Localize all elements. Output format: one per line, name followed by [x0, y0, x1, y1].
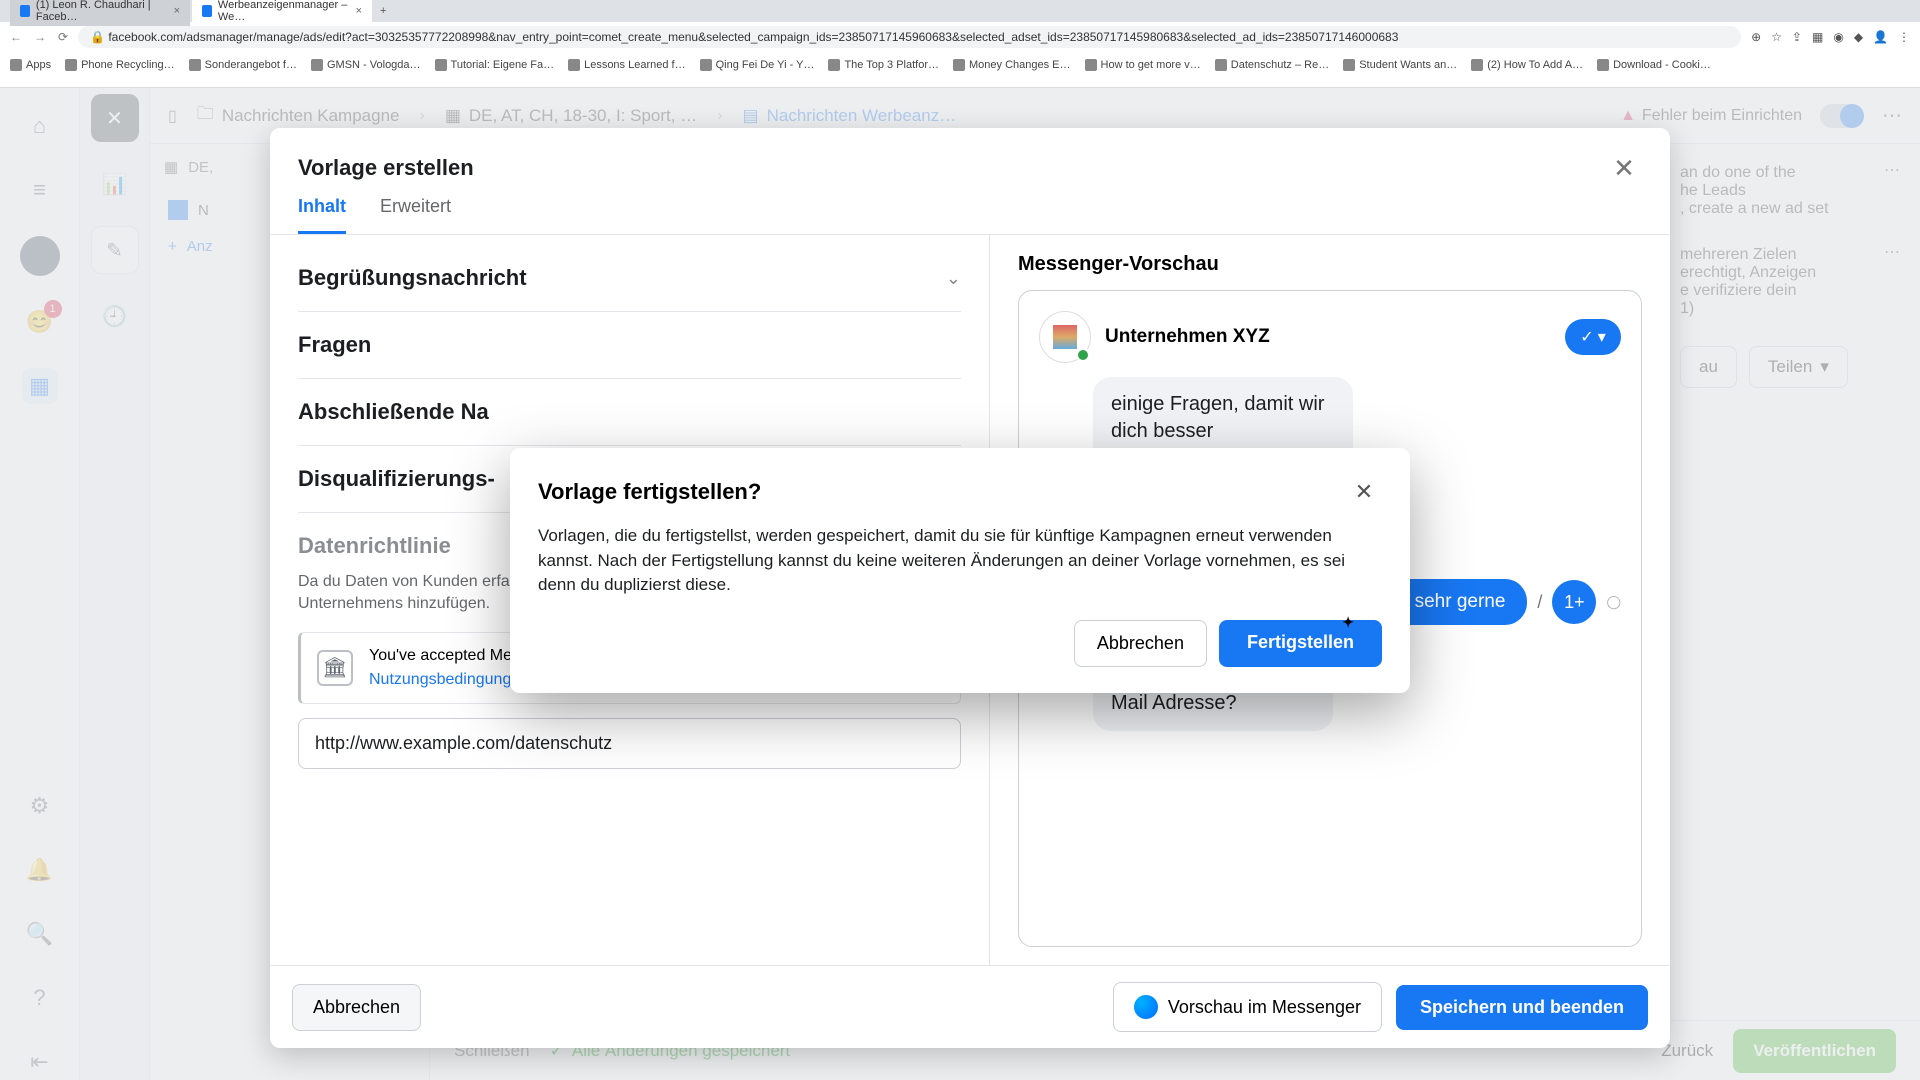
apps-icon: [10, 59, 22, 71]
reload-icon[interactable]: ⟳: [58, 30, 68, 44]
bookmark[interactable]: Datenschutz – Re…: [1215, 59, 1329, 71]
tab-strip: (1) Leon R. Chaudhari | Faceb… × Werbeanz…: [0, 0, 1920, 22]
close-icon[interactable]: ✕: [1346, 474, 1382, 510]
confirm-body: Vorlagen, die du fertigstellst, werden g…: [538, 524, 1382, 598]
bookmark[interactable]: Lessons Learned f…: [568, 59, 686, 71]
bookmark[interactable]: Apps: [10, 59, 51, 71]
favicon-icon: [202, 5, 212, 17]
tab-title: Werbeanzeigenmanager – We…: [218, 0, 350, 23]
bookmark[interactable]: Tutorial: Eigene Fa…: [435, 59, 555, 71]
address-bar: ← → ⟳ 🔒 facebook.com/adsmanager/manage/a…: [0, 22, 1920, 52]
new-tab-button[interactable]: +: [380, 5, 386, 17]
browser-chrome: (1) Leon R. Chaudhari | Faceb… × Werbeanz…: [0, 0, 1920, 88]
ext-icon[interactable]: ◆: [1854, 30, 1863, 44]
zoom-icon[interactable]: ⊕: [1751, 30, 1761, 44]
confirm-title: Vorlage fertigstellen?: [538, 479, 761, 505]
back-icon[interactable]: ←: [10, 30, 22, 44]
bookmark[interactable]: Phone Recycling…: [65, 59, 175, 71]
bookmark[interactable]: How to get more v…: [1085, 59, 1201, 71]
cursor-icon: ✦: [1342, 614, 1354, 631]
bookmark[interactable]: Sonderangebot f…: [189, 59, 297, 71]
browser-tab[interactable]: (1) Leon R. Chaudhari | Faceb… ×: [10, 0, 190, 26]
cancel-button[interactable]: Abbrechen: [1074, 620, 1207, 667]
star-icon[interactable]: ☆: [1771, 30, 1782, 44]
bookmark[interactable]: Qing Fei De Yi - Y…: [700, 59, 815, 71]
lock-icon: 🔒: [90, 30, 108, 44]
bookmark[interactable]: Money Changes E…: [953, 59, 1071, 71]
menu-icon[interactable]: ⋮: [1898, 30, 1910, 44]
url-text: facebook.com/adsmanager/manage/ads/edit?…: [108, 30, 1398, 44]
forward-icon[interactable]: →: [34, 30, 46, 44]
url-input[interactable]: 🔒 facebook.com/adsmanager/manage/ads/edi…: [78, 26, 1741, 48]
close-icon[interactable]: ×: [356, 5, 362, 17]
close-icon[interactable]: ×: [174, 5, 180, 17]
toolbar-right: ⊕ ☆ ⇪ ▦ ◉ ◆ 👤 ⋮: [1751, 30, 1910, 44]
bookmark[interactable]: (2) How To Add A…: [1471, 59, 1583, 71]
favicon-icon: [20, 5, 30, 17]
bookmark[interactable]: Download - Cooki…: [1597, 59, 1711, 71]
bookmarks-bar: Apps Phone Recycling… Sonderangebot f… G…: [0, 52, 1920, 78]
bookmark[interactable]: GMSN - Vologda…: [311, 59, 421, 71]
bookmark[interactable]: Student Wants an…: [1343, 59, 1457, 71]
tab-title: (1) Leon R. Chaudhari | Faceb…: [36, 0, 168, 23]
confirm-modal: Vorlage fertigstellen? ✕ Vorlagen, die d…: [510, 448, 1410, 693]
browser-tab[interactable]: Werbeanzeigenmanager – We… ×: [192, 0, 372, 26]
translate-icon[interactable]: ⇪: [1792, 30, 1802, 44]
avatar-icon[interactable]: 👤: [1873, 30, 1888, 44]
nav-controls: ← → ⟳: [10, 30, 68, 44]
confirm-button[interactable]: Fertigstellen✦: [1219, 620, 1382, 667]
ext-icon[interactable]: ◉: [1833, 30, 1843, 44]
ext-icon[interactable]: ▦: [1812, 30, 1823, 44]
bookmark[interactable]: The Top 3 Platfor…: [828, 59, 939, 71]
